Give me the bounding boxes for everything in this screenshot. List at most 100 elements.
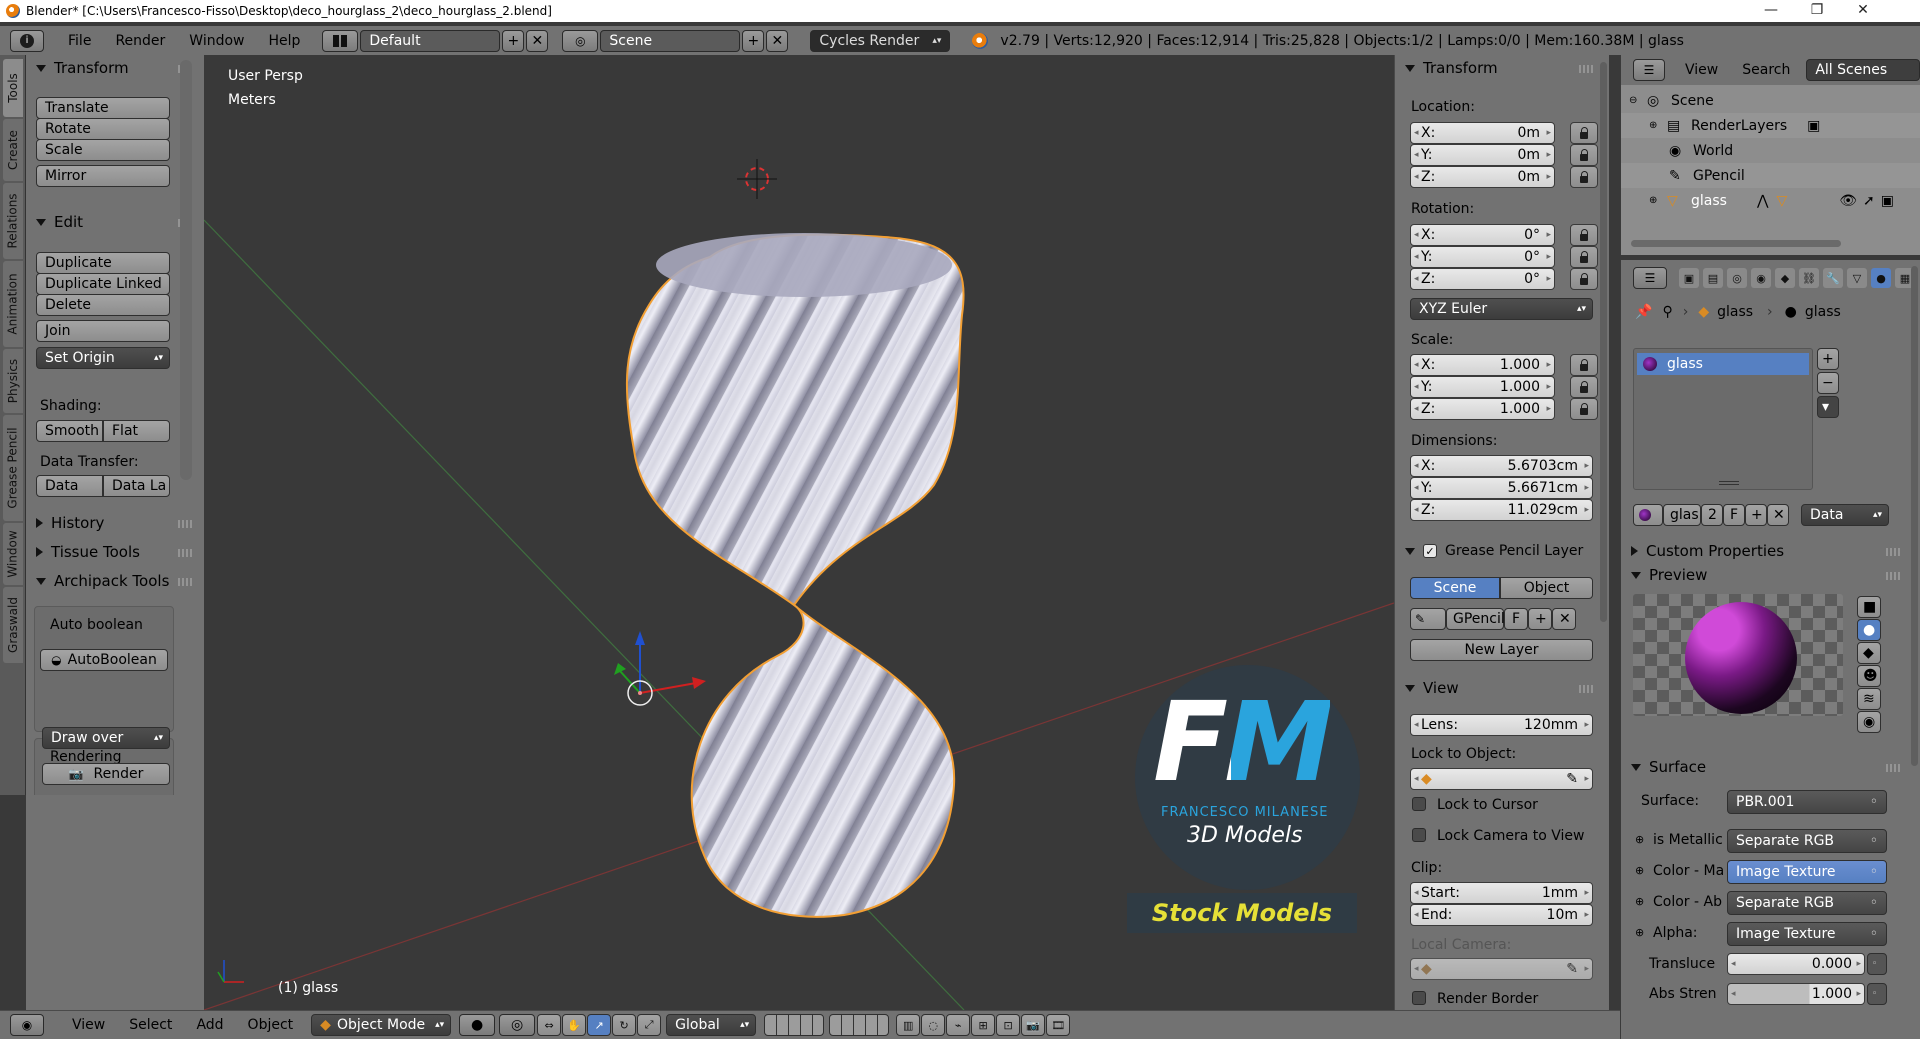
pin-icon[interactable]: 📌 (1635, 304, 1652, 320)
alpha-input-select[interactable]: Image Texture (1727, 922, 1887, 946)
editor-type-outliner-button[interactable]: ☰ (1633, 59, 1665, 81)
3d-viewport[interactable]: User Persp Meters (1) glass FM FRANCESCO… (204, 55, 1394, 1010)
snap-target-icon[interactable]: ⊡ (996, 1014, 1021, 1036)
abs-strength-slider[interactable]: 1.000 (1727, 983, 1865, 1005)
material-name-field[interactable]: glas (1663, 504, 1701, 526)
rotate-button[interactable]: Rotate (36, 118, 170, 140)
modifiers-tab-icon[interactable]: 🔧 (1823, 268, 1843, 288)
drag-grip-icon[interactable] (1886, 548, 1902, 556)
gp-enable-checkbox[interactable]: ✓ (1423, 544, 1437, 558)
eyedropper-icon[interactable]: ✎ (1566, 961, 1578, 977)
location-y-field[interactable]: Y:0m (1410, 144, 1555, 166)
flat-button[interactable]: Flat (103, 420, 170, 442)
3d-cursor-icon[interactable] (737, 159, 777, 199)
properties-scrollbar[interactable] (1911, 266, 1918, 766)
edit-panel-header[interactable]: Edit (36, 211, 83, 233)
tab-graswald[interactable]: Graswald (3, 587, 23, 663)
custom-properties-header[interactable]: Custom Properties (1631, 540, 1784, 562)
material-users-count[interactable]: 2 (1701, 504, 1723, 526)
gp-name-field[interactable]: GPencil (1446, 608, 1505, 630)
scale-y-field[interactable]: Y:1.000 (1410, 376, 1555, 398)
history-panel-header[interactable]: History (36, 512, 104, 534)
tab-create[interactable]: Create (3, 119, 23, 181)
preview-monkey-button[interactable]: ☻ (1857, 665, 1881, 687)
add-material-slot-button[interactable]: + (1817, 348, 1839, 370)
duplicate-linked-button[interactable]: Duplicate Linked (36, 273, 170, 295)
snap-element-icon[interactable]: ⊞ (971, 1014, 996, 1036)
rotation-z-field[interactable]: Z:0° (1410, 268, 1555, 290)
rotation-y-field[interactable]: Y:0° (1410, 246, 1555, 268)
material-slot-list[interactable]: glass (1633, 348, 1813, 490)
drag-grip-icon[interactable] (1579, 65, 1595, 73)
layers-grid-2-icon[interactable] (829, 1014, 890, 1036)
sidebar-scrollbar[interactable] (1600, 62, 1607, 622)
input-link-icon[interactable]: ⊕ (1635, 926, 1644, 939)
collapse-icon[interactable]: ⊖ (1629, 95, 1641, 106)
translate-button[interactable]: Translate (36, 97, 170, 119)
input-link-icon[interactable]: ⊕ (1635, 864, 1644, 877)
translucent-link-button[interactable]: ◦ (1867, 953, 1887, 975)
join-button[interactable]: Join (36, 320, 170, 342)
gp-fake-user-button[interactable]: F (1504, 608, 1528, 630)
menu-render[interactable]: Render (103, 33, 177, 49)
screen-layout-field[interactable]: Default (360, 29, 501, 52)
data-layout-button[interactable]: Data La (103, 475, 170, 497)
material-browse-button[interactable] (1633, 504, 1663, 526)
manipulator-hand-icon[interactable]: ✋ (562, 1014, 587, 1036)
mirror-button[interactable]: Mirror (36, 165, 170, 187)
list-resize-grip-icon[interactable] (1719, 481, 1739, 485)
scene-field[interactable]: Scene (600, 29, 741, 52)
add-scene-button[interactable]: + (742, 29, 765, 52)
autoboolean-button[interactable]: ◒ AutoBoolean (40, 649, 168, 671)
gp-remove-button[interactable]: ✕ (1552, 608, 1576, 630)
outliner-row-renderlayers[interactable]: ⊕ ▤ RenderLayers ▣ (1621, 113, 1920, 138)
editor-type-properties-button[interactable]: ☰ (1633, 267, 1667, 289)
material-tab-icon[interactable]: ● (1871, 268, 1891, 288)
scene-browse-button[interactable]: ◎ (562, 29, 599, 52)
node-link-icon[interactable]: ⚲ (1662, 304, 1672, 320)
render-border-checkbox[interactable] (1412, 991, 1426, 1005)
lock-rotation-x-button[interactable] (1570, 224, 1598, 246)
object-tab-icon[interactable]: ◆ (1775, 268, 1795, 288)
drag-grip-icon[interactable] (178, 549, 194, 557)
drag-grip-icon[interactable] (1886, 764, 1902, 772)
data-tab-icon[interactable]: ▽ (1847, 268, 1867, 288)
remove-scene-button[interactable]: ✕ (766, 29, 789, 52)
layers-grid-1-icon[interactable] (764, 1014, 825, 1036)
proportional-edit-icon[interactable]: ◌ (921, 1014, 946, 1036)
material-fake-user-button[interactable]: F (1723, 504, 1745, 526)
remove-screen-button[interactable]: ✕ (526, 29, 549, 52)
render-tab-icon[interactable]: ▣ (1679, 268, 1699, 288)
scene-tab-icon[interactable]: ◎ (1727, 268, 1747, 288)
input-link-icon[interactable]: ⊕ (1635, 833, 1644, 846)
clip-start-field[interactable]: Start:1mm (1410, 882, 1593, 904)
world-tab-icon[interactable]: ◉ (1751, 268, 1771, 288)
surface-shader-select[interactable]: PBR.001 (1727, 790, 1887, 814)
clip-end-field[interactable]: End:10m (1410, 904, 1593, 926)
delete-button[interactable]: Delete (36, 294, 170, 316)
preview-world-button[interactable]: ◉ (1857, 711, 1881, 733)
outliner-hscrollbar[interactable] (1631, 240, 1841, 247)
outliner-row-scene[interactable]: ⊖ ◎ Scene (1621, 88, 1920, 113)
viewport-menu-add[interactable]: Add (184, 1017, 235, 1033)
translate-manipulator-icon[interactable]: ↗ (587, 1014, 612, 1036)
expand-icon[interactable]: ⊕ (1649, 195, 1661, 206)
preview-hair-button[interactable]: ≋ (1857, 688, 1881, 710)
unlink-material-button[interactable]: ✕ (1767, 504, 1789, 526)
gp-browse-button[interactable]: ✎ (1410, 608, 1446, 630)
editor-type-info-button[interactable]: i (10, 29, 44, 52)
scale-manipulator-icon[interactable]: ⤢ (637, 1014, 662, 1036)
snap-toggle-icon[interactable]: ⌁ (946, 1014, 971, 1036)
render-layers-tab-icon[interactable]: ▤ (1703, 268, 1723, 288)
local-camera-field[interactable]: ◆✎ (1410, 958, 1593, 980)
add-screen-button[interactable]: + (502, 29, 525, 52)
tool-shelf-scrollbar[interactable] (180, 60, 192, 480)
render-button[interactable]: 📷 Render (42, 763, 170, 785)
gp-scene-toggle[interactable]: Scene (1410, 577, 1500, 599)
material-slot-row[interactable]: glass (1637, 353, 1809, 375)
lock-to-cursor-checkbox[interactable] (1412, 797, 1426, 811)
transform-panel-header[interactable]: Transform (36, 57, 129, 79)
outliner-row-world[interactable]: ◉ World (1621, 138, 1920, 163)
rotation-x-field[interactable]: X:0° (1410, 224, 1555, 246)
outliner-menu-view[interactable]: View (1673, 62, 1730, 78)
